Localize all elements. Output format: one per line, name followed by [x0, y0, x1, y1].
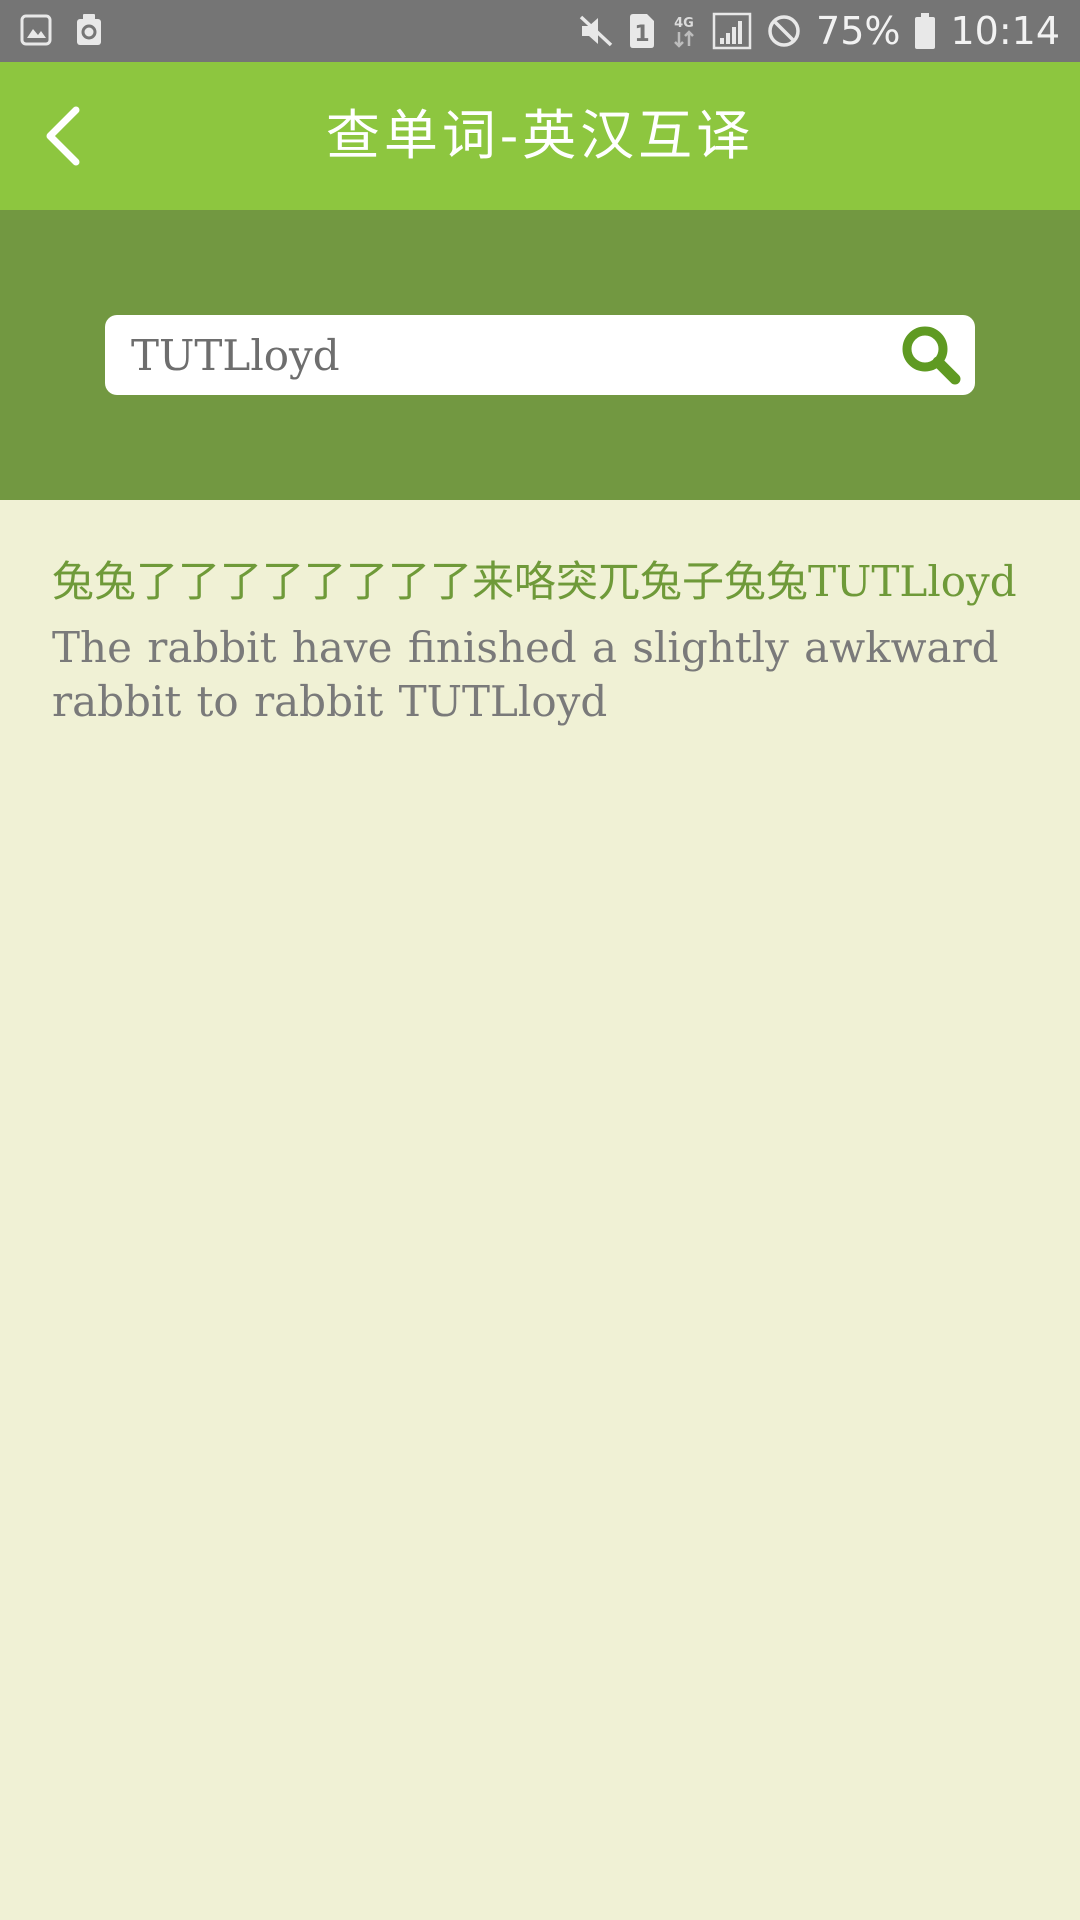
translation-result: 兔兔了了了了了了了了来咯突兀兔子兔兔TUTLloyd The rabbit ha… [52, 555, 1032, 729]
status-bar: 1 4G 75% 10:14 [0, 0, 1080, 62]
network-type: 4G [674, 16, 694, 31]
result-translation: The rabbit have finished a slightly awkw… [52, 623, 999, 726]
battery-icon [914, 12, 936, 50]
signal-icon [712, 12, 752, 50]
network-4g-icon: 4G [670, 13, 698, 49]
search-input[interactable] [131, 315, 891, 395]
sim-icon: 1 [628, 13, 656, 49]
clock: 10:14 [950, 9, 1060, 53]
status-bar-right: 1 4G 75% 10:14 [578, 0, 1060, 62]
back-button[interactable] [38, 100, 108, 172]
page-title: 查单词-英汉互译 [325, 104, 755, 167]
search-button[interactable] [899, 323, 965, 389]
sim-number: 1 [634, 22, 649, 47]
storage-clean-icon [74, 13, 104, 47]
do-not-disturb-icon [766, 13, 802, 49]
gallery-icon [20, 14, 52, 46]
back-arrow-icon [38, 106, 108, 176]
title-bar: 查单词-英汉互译 [0, 62, 1080, 210]
mute-icon [578, 14, 614, 48]
battery-percent: 75% [816, 9, 901, 53]
result-headword: 兔兔了了了了了了了了来咯突兀兔子兔兔TUTLloyd [52, 557, 1017, 606]
search-icon [899, 326, 965, 393]
search-area [0, 210, 1080, 500]
search-box [105, 315, 975, 395]
status-bar-left [20, 13, 104, 47]
